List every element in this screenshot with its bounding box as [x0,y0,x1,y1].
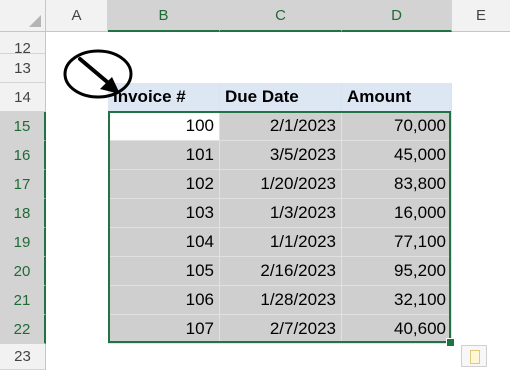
select-all-corner[interactable] [0,0,46,32]
amount-cell[interactable]: 83,800 [342,170,452,199]
amount-cell[interactable]: 16,000 [342,199,452,228]
header-cell-amount[interactable]: Amount [342,83,452,112]
due-date-cell[interactable]: 2/16/2023 [220,257,342,286]
row-header-16[interactable]: 16 [0,141,46,170]
due-date-cell[interactable]: 1/3/2023 [220,199,342,228]
due-date-cell[interactable]: 2/1/2023 [220,112,342,141]
amount-cell[interactable]: 70,000 [342,112,452,141]
row-header-21[interactable]: 21 [0,286,46,315]
amount-cell[interactable]: 45,000 [342,141,452,170]
paste-options-icon[interactable] [461,345,487,367]
due-date-cell[interactable]: 2/7/2023 [220,315,342,344]
column-header-d[interactable]: D [342,0,452,32]
invoice-cell[interactable]: 107 [108,315,220,344]
clipboard-icon [470,350,480,364]
invoice-cell[interactable]: 101 [108,141,220,170]
column-header-a[interactable]: A [46,0,108,32]
invoice-cell[interactable]: 105 [108,257,220,286]
invoice-cell[interactable]: 106 [108,286,220,315]
amount-cell[interactable]: 32,100 [342,286,452,315]
row-header-15[interactable]: 15 [0,112,46,141]
row-header-20[interactable]: 20 [0,257,46,286]
row-header-23[interactable]: 23 [0,344,46,370]
amount-cell[interactable]: 95,200 [342,257,452,286]
arrow-circle-icon [63,49,133,99]
row-header-13[interactable]: 13 [0,54,46,83]
row-header-19[interactable]: 19 [0,228,46,257]
column-header-c[interactable]: C [220,0,342,32]
invoice-cell[interactable]: 102 [108,170,220,199]
due-date-cell[interactable]: 3/5/2023 [220,141,342,170]
column-header-e[interactable]: E [452,0,510,32]
header-cell-due-date[interactable]: Due Date [220,83,342,112]
column-header-b[interactable]: B [108,0,220,32]
row-header-12[interactable]: 12 [0,32,46,54]
row-header-18[interactable]: 18 [0,199,46,228]
row-header-label: 12 [14,40,31,54]
select-all-triangle-icon [29,15,41,27]
due-date-cell[interactable]: 1/1/2023 [220,228,342,257]
amount-cell[interactable]: 77,100 [342,228,452,257]
due-date-cell[interactable]: 1/28/2023 [220,286,342,315]
invoice-cell[interactable]: 100 [108,112,220,141]
invoice-cell[interactable]: 103 [108,199,220,228]
row-header-17[interactable]: 17 [0,170,46,199]
amount-cell[interactable]: 40,600 [342,315,452,344]
fill-handle[interactable] [446,338,455,347]
row-header-22[interactable]: 22 [0,315,46,344]
due-date-cell[interactable]: 1/20/2023 [220,170,342,199]
spreadsheet: A B C D E 12 13 14 15 16 17 18 19 20 21 … [0,0,510,370]
row-header-14[interactable]: 14 [0,83,46,112]
invoice-cell[interactable]: 104 [108,228,220,257]
